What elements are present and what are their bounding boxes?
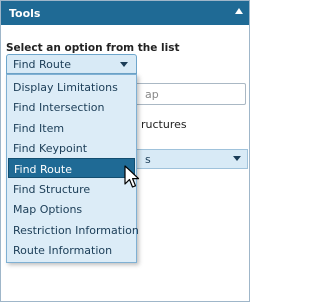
search-input-text: ap bbox=[145, 88, 159, 101]
tool-select-dropdown: Display Limitations Find Intersection Fi… bbox=[6, 74, 139, 263]
select-prompt-label: Select an option from the list bbox=[6, 42, 180, 54]
chevron-down-icon bbox=[233, 156, 241, 161]
mouse-pointer-icon bbox=[124, 165, 140, 188]
options-accordion[interactable]: s bbox=[124, 149, 248, 169]
option-find-structure[interactable]: Find Structure bbox=[8, 179, 135, 199]
option-find-keypoint[interactable]: Find Keypoint bbox=[8, 138, 135, 158]
option-find-route[interactable]: Find Route bbox=[8, 158, 135, 178]
tool-select-value: Find Route bbox=[13, 58, 71, 71]
collapse-icon[interactable] bbox=[235, 8, 243, 14]
tools-panel: Tools Select an option from the list ap … bbox=[0, 0, 250, 302]
panel-title: Tools bbox=[9, 7, 41, 20]
tool-select[interactable]: Find Route bbox=[6, 54, 137, 74]
option-display-limitations[interactable]: Display Limitations bbox=[8, 77, 135, 97]
search-input[interactable]: ap bbox=[124, 83, 246, 105]
options-accordion-label: s bbox=[145, 153, 151, 166]
option-map-options[interactable]: Map Options bbox=[8, 199, 135, 219]
structures-checkbox-label[interactable]: ructures bbox=[141, 118, 187, 131]
option-route-information[interactable]: Route Information bbox=[8, 240, 135, 260]
panel-header[interactable]: Tools bbox=[1, 1, 249, 25]
chevron-down-icon bbox=[120, 62, 128, 67]
option-find-item[interactable]: Find Item bbox=[8, 118, 135, 138]
option-find-intersection[interactable]: Find Intersection bbox=[8, 97, 135, 117]
option-restriction-information[interactable]: Restriction Information bbox=[8, 220, 139, 240]
